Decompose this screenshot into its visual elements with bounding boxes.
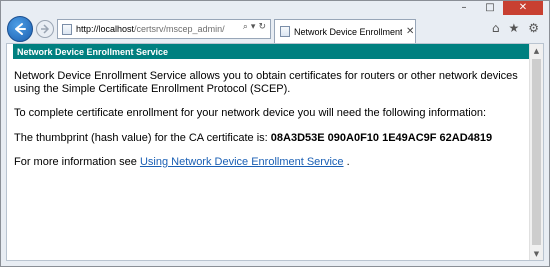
search-icon[interactable]: ⌕ (243, 22, 248, 32)
close-window-button[interactable]: ✕ (503, 1, 543, 15)
vertical-scrollbar[interactable]: ▲ ▼ (529, 44, 543, 260)
intro-text: Network Device Enrollment Service allows… (14, 70, 518, 95)
forward-button[interactable] (36, 20, 54, 38)
more-info-prefix: For more information see (14, 156, 137, 168)
scroll-thumb[interactable] (532, 59, 541, 245)
minimize-button[interactable]: – (451, 1, 477, 15)
back-button[interactable] (7, 16, 33, 42)
home-icon[interactable]: ⌂ (492, 21, 500, 35)
address-dropdown-icon[interactable]: ▾ (251, 22, 256, 32)
thumbprint-value: 08A3D53E 090A0F10 1E49AC9F 62AD4819 (270, 132, 493, 144)
tab-label: Network Device Enrollment... (294, 26, 402, 37)
navigation-bar: http://localhost /certsrv/mscep_admin/ ⌕… (1, 15, 549, 43)
more-info-suffix: . (346, 156, 350, 168)
browser-toolbar: ⌂ ★ ⚙ (492, 21, 539, 35)
browser-window: – □ ✕ http://localhost /certsrv/mscep_ad… (0, 0, 550, 267)
content-viewport: Network Device Enrollment Service Networ… (6, 43, 544, 261)
address-path: /certsrv/mscep_admin/ (134, 24, 225, 34)
favorites-star-icon[interactable]: ★ (508, 21, 519, 35)
address-host: http://localhost (76, 24, 135, 34)
tab-page-icon (280, 26, 290, 37)
refresh-icon[interactable]: ↻ (258, 22, 266, 32)
address-bar[interactable]: http://localhost /certsrv/mscep_admin/ ⌕… (57, 19, 271, 39)
maximize-button[interactable]: □ (477, 1, 503, 15)
settings-gear-icon[interactable]: ⚙ (528, 21, 539, 35)
page-header: Network Device Enrollment Service (13, 44, 530, 59)
page-content: Network Device Enrollment Service Networ… (7, 44, 530, 260)
scroll-down-arrow-icon[interactable]: ▼ (530, 247, 543, 260)
tab-network-device-enrollment[interactable]: Network Device Enrollment... ✕ (274, 19, 416, 43)
more-info-link[interactable]: Using Network Device Enrollment Service (140, 156, 344, 168)
more-info-line: For more information see Using Network D… (14, 156, 526, 169)
forward-arrow-icon (41, 24, 50, 34)
page-icon (62, 23, 72, 35)
instructions-text: To complete certificate enrollment for y… (14, 107, 487, 119)
thumbprint-label: The thumbprint (hash value) for the CA c… (14, 132, 268, 144)
thumbprint-line: The thumbprint (hash value) for the CA c… (14, 132, 526, 145)
address-tools: ⌕ ▾ ↻ (243, 22, 266, 32)
window-caption-buttons: – □ ✕ (451, 1, 543, 15)
scroll-up-arrow-icon[interactable]: ▲ (530, 44, 543, 57)
back-arrow-icon (15, 23, 26, 35)
tab-close-icon[interactable]: ✕ (406, 26, 414, 37)
